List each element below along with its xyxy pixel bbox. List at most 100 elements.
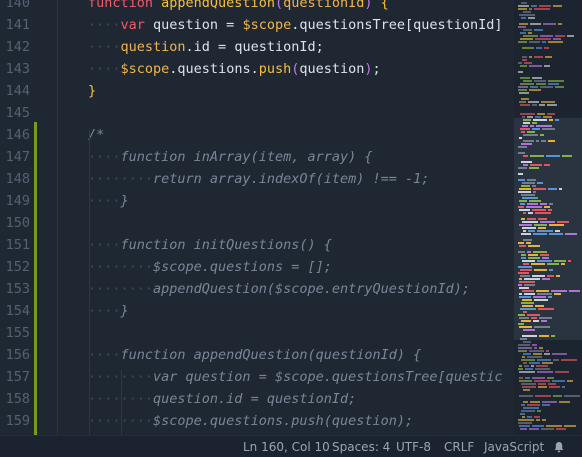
code-token: } xyxy=(88,83,97,99)
minimap-line xyxy=(524,365,529,367)
code-token: question = xyxy=(153,17,243,33)
minimap-line xyxy=(518,272,529,274)
minimap-line xyxy=(522,335,537,337)
minimap-line xyxy=(529,350,544,352)
minimap-line xyxy=(548,83,559,85)
minimap-line xyxy=(518,8,527,10)
minimap-line xyxy=(518,71,523,73)
minimap-line xyxy=(522,260,535,262)
minimap-line xyxy=(521,302,534,304)
minimap-line xyxy=(569,290,580,292)
minimap-line xyxy=(520,77,530,79)
code-line: ····$scope.questions.push(question); xyxy=(88,58,381,80)
minimap-line xyxy=(527,416,532,418)
minimap-line xyxy=(559,188,562,190)
minimap-line xyxy=(556,275,560,277)
minimap-line xyxy=(529,362,540,364)
file-encoding[interactable]: UTF-8 xyxy=(396,440,431,454)
minimap-line xyxy=(523,212,526,214)
minimap-line xyxy=(532,104,537,106)
minimap-line xyxy=(519,326,532,328)
minimap-line xyxy=(518,62,522,64)
bell-icon[interactable] xyxy=(553,441,565,453)
code-token: $scope xyxy=(120,61,170,77)
minimap-line xyxy=(523,311,527,313)
minimap-line xyxy=(530,401,540,403)
minimap-line xyxy=(544,164,550,166)
code-editor[interactable]: 140 141 142 143 144 145 146 147 148 149 150 151 152 1… xyxy=(0,0,514,435)
code-line: ········$scope.questions.push(question); xyxy=(88,410,413,432)
minimap-line xyxy=(530,155,544,157)
code-token: .questions. xyxy=(169,61,259,77)
minimap-line xyxy=(521,131,525,133)
minimap-line xyxy=(525,368,533,370)
minimap-line xyxy=(564,395,580,397)
minimap-line xyxy=(548,296,552,298)
minimap-line xyxy=(535,368,550,370)
language-mode[interactable]: JavaScript xyxy=(484,440,544,454)
minimap-line xyxy=(532,185,536,187)
minimap-line xyxy=(565,233,577,235)
minimap-line xyxy=(522,356,525,358)
minimap-line xyxy=(522,386,536,388)
minimap-line xyxy=(523,155,528,157)
line-ending[interactable]: CRLF xyxy=(444,440,474,454)
minimap-line xyxy=(519,224,532,226)
minimap-line xyxy=(523,407,539,409)
minimap-line xyxy=(521,2,527,4)
minimap-line xyxy=(546,155,560,157)
minimap-line xyxy=(519,371,535,373)
minimap-line xyxy=(540,254,549,256)
code-token: ···· xyxy=(88,237,121,253)
minimap-line xyxy=(518,419,534,421)
minimap-line xyxy=(526,242,531,244)
minimap-line xyxy=(561,359,577,361)
minimap-line xyxy=(534,416,540,418)
minimap-line xyxy=(518,422,532,424)
code-area[interactable]: function appendQuestion(questionId) {···… xyxy=(58,0,514,435)
minimap-line xyxy=(532,425,544,427)
minimap-line xyxy=(518,89,527,91)
minimap-line xyxy=(553,5,562,7)
code-token: var question = $scope.questionsTree[ques… xyxy=(153,369,503,385)
code-line: ········var question = $scope.questionsT… xyxy=(88,366,503,388)
line-number: 154 xyxy=(5,303,30,319)
minimap-line xyxy=(548,41,563,43)
minimap-line xyxy=(542,278,550,280)
minimap-line xyxy=(537,371,553,373)
minimap-line xyxy=(529,167,539,169)
minimap-line xyxy=(527,131,535,133)
minimap-line xyxy=(523,239,532,241)
minimap-line xyxy=(527,179,536,181)
code-token: ···· xyxy=(88,347,121,363)
code-token: ( xyxy=(274,0,284,11)
minimap-line xyxy=(540,86,553,88)
minimap-line xyxy=(518,86,528,88)
minimap-line xyxy=(548,188,557,190)
minimap-line xyxy=(536,365,548,367)
minimap-line xyxy=(549,119,553,121)
minimap-line xyxy=(519,395,533,397)
indentation-setting[interactable]: Spaces: 4 xyxy=(332,440,390,454)
minimap-line xyxy=(530,23,541,25)
line-number: 142 xyxy=(5,39,30,55)
minimap-line xyxy=(528,32,532,34)
line-number: 141 xyxy=(5,17,30,33)
cursor-position[interactable]: Ln 160, Col 10 xyxy=(243,440,330,454)
minimap[interactable] xyxy=(514,0,582,435)
minimap-line xyxy=(536,83,546,85)
minimap-line xyxy=(531,317,537,319)
minimap-line xyxy=(523,230,526,232)
line-number: 150 xyxy=(5,215,30,231)
minimap-line xyxy=(522,125,528,127)
minimap-line xyxy=(520,38,533,40)
code-token: $scope xyxy=(242,17,292,33)
minimap-line xyxy=(541,140,546,142)
minimap-line xyxy=(522,416,525,418)
minimap-line xyxy=(519,287,529,289)
minimap-line xyxy=(518,314,525,316)
line-number-gutter: 140 141 142 143 144 145 146 147 148 149 150 151 152 1… xyxy=(0,0,58,435)
indent-guide xyxy=(89,130,90,435)
minimap-line xyxy=(538,386,547,388)
minimap-line xyxy=(523,35,538,37)
